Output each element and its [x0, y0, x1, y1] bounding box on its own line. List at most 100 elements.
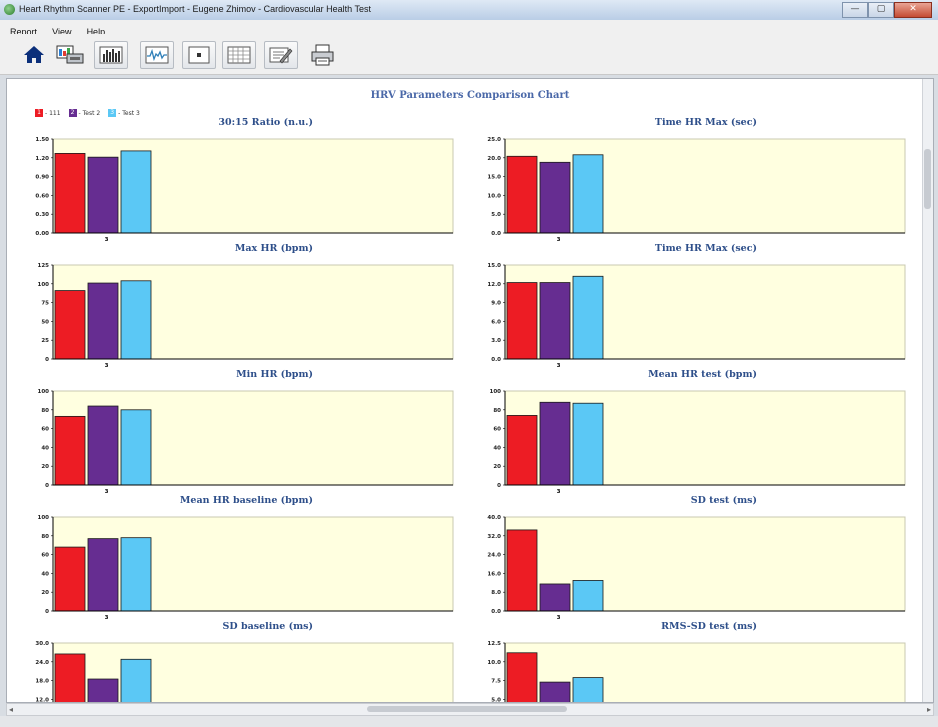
- legend-item: 1- 111: [35, 109, 61, 117]
- bar: [87, 405, 119, 486]
- scroll-right-icon[interactable]: ▸: [927, 704, 931, 715]
- bar-chart: 40.0 32.0 24.0 16.0 8.0 0.0 3: [487, 515, 906, 620]
- chart-title: Max HR (bpm): [234, 243, 313, 254]
- bar: [120, 150, 152, 234]
- x-tick-label: 3: [105, 489, 109, 494]
- window-title: Heart Rhythm Scanner PE - ExportImport -…: [19, 4, 371, 14]
- horizontal-scrollbar[interactable]: ◂ ▸: [6, 703, 934, 716]
- bar: [54, 415, 86, 486]
- y-tick-label: 20: [41, 590, 49, 596]
- bar: [54, 546, 86, 612]
- x-tick-label: 3: [557, 237, 561, 242]
- app-icon: [4, 4, 15, 15]
- scroll-thumb[interactable]: [924, 149, 931, 209]
- close-button[interactable]: ✕: [894, 2, 932, 18]
- histogram-button[interactable]: [94, 41, 128, 69]
- window-controls: — ▢ ✕: [842, 2, 932, 18]
- bar: [506, 415, 538, 486]
- bar: [87, 678, 119, 702]
- grid-icon: [227, 46, 251, 64]
- y-tick-label: 60: [493, 427, 501, 433]
- bar: [87, 156, 119, 234]
- bar: [54, 290, 86, 360]
- y-tick-label: 0.0: [491, 609, 501, 615]
- minimize-button[interactable]: —: [842, 2, 868, 18]
- scroll-thumb[interactable]: [367, 706, 567, 712]
- y-tick-label: 125: [38, 263, 50, 269]
- y-tick-label: 0: [45, 609, 49, 615]
- y-tick-label: 20: [493, 464, 501, 470]
- y-tick-label: 80: [41, 408, 49, 414]
- maximize-button[interactable]: ▢: [868, 2, 894, 18]
- record-button[interactable]: [182, 41, 216, 69]
- bar-chart: 100 80 60 40 20 0 3: [38, 389, 454, 494]
- y-tick-label: 12.5: [487, 641, 501, 647]
- print-button[interactable]: [306, 41, 338, 67]
- bar: [54, 653, 86, 702]
- y-tick-label: 75: [41, 301, 49, 307]
- legend-swatch: 3: [108, 109, 117, 117]
- chart-panel: 40.0 32.0 24.0 16.0 8.0 0.0 3 SD test (ms): [477, 495, 917, 620]
- bar: [572, 677, 604, 702]
- scroll-left-icon[interactable]: ◂: [9, 704, 13, 715]
- legend-label: - 111: [45, 109, 61, 117]
- y-tick-label: 80: [41, 534, 49, 540]
- y-tick-label: 0.60: [35, 193, 49, 199]
- bar: [539, 401, 571, 486]
- export-button[interactable]: [52, 41, 84, 67]
- chart-panel: 125 100 75 50 25 0 3 Max HR (bpm): [25, 243, 465, 368]
- bar: [539, 282, 571, 360]
- bar: [506, 155, 538, 234]
- y-tick-label: 24.0: [35, 660, 49, 666]
- chart-panel: 15.0 12.0 9.0 6.0 3.0 0.0 3 Time HR Max (sec): [477, 243, 917, 368]
- y-tick-label: 15.0: [487, 175, 501, 181]
- y-tick-label: 5.0: [491, 212, 501, 218]
- vertical-scrollbar[interactable]: [922, 79, 933, 702]
- y-tick-label: 6.0: [491, 319, 501, 325]
- y-tick-label: 0: [45, 483, 49, 489]
- chart-panel: 100 80 60 40 20 0 3 Mean HR test (bpm): [477, 369, 917, 494]
- y-tick-label: 0: [497, 483, 501, 489]
- x-tick-label: 3: [105, 363, 109, 368]
- legend-swatch: 2: [68, 109, 77, 117]
- bar: [572, 154, 604, 234]
- y-tick-label: 32.0: [487, 534, 501, 540]
- y-tick-label: 1.20: [35, 156, 49, 162]
- bar-chart: 30.024.018.012.03: [35, 641, 454, 702]
- y-tick-label: 0: [45, 357, 49, 363]
- home-button[interactable]: [18, 41, 50, 67]
- grid-button[interactable]: [222, 41, 256, 69]
- y-tick-label: 100: [38, 389, 50, 395]
- bar-chart: 125 100 75 50 25 0 3: [38, 263, 454, 368]
- y-tick-label: 16.0: [487, 571, 501, 577]
- bar-chart: 100 80 60 40 20 0 3: [490, 389, 906, 494]
- bar-chart: 25.0 20.0 15.0 10.0 5.0 0.0 3: [487, 137, 906, 242]
- y-tick-label: 20: [41, 464, 49, 470]
- bar: [120, 537, 152, 612]
- wave-button[interactable]: [140, 41, 174, 69]
- x-tick-label: 3: [557, 615, 561, 620]
- chart-title: Min HR (bpm): [236, 369, 313, 380]
- legend-label: - Test 2: [78, 109, 101, 117]
- y-tick-label: 10.0: [487, 193, 501, 199]
- y-tick-label: 50: [41, 319, 49, 325]
- y-tick-label: 100: [490, 389, 502, 395]
- y-tick-label: 9.0: [491, 301, 501, 307]
- y-tick-label: 25.0: [487, 137, 501, 143]
- y-tick-label: 30.0: [35, 641, 49, 647]
- chart-panel: 100 80 60 40 20 0 3 Min HR (bpm): [25, 369, 465, 494]
- title-bar: Heart Rhythm Scanner PE - ExportImport -…: [0, 0, 938, 21]
- compare-button[interactable]: [264, 41, 298, 69]
- y-tick-label: 0.0: [491, 231, 501, 237]
- chart-title: SD test (ms): [690, 495, 757, 506]
- report-title: HRV Parameters Comparison Chart: [370, 90, 570, 101]
- histogram-icon: [99, 46, 123, 64]
- y-tick-label: 1.50: [35, 137, 49, 143]
- y-tick-label: 60: [41, 427, 49, 433]
- y-tick-label: 12.0: [487, 282, 501, 288]
- bar: [54, 153, 86, 234]
- report-view[interactable]: HRV Parameters Comparison Chart 1- 111 2…: [6, 78, 934, 703]
- x-tick-label: 3: [557, 489, 561, 494]
- y-tick-label: 40: [41, 571, 49, 577]
- y-tick-label: 20.0: [487, 156, 501, 162]
